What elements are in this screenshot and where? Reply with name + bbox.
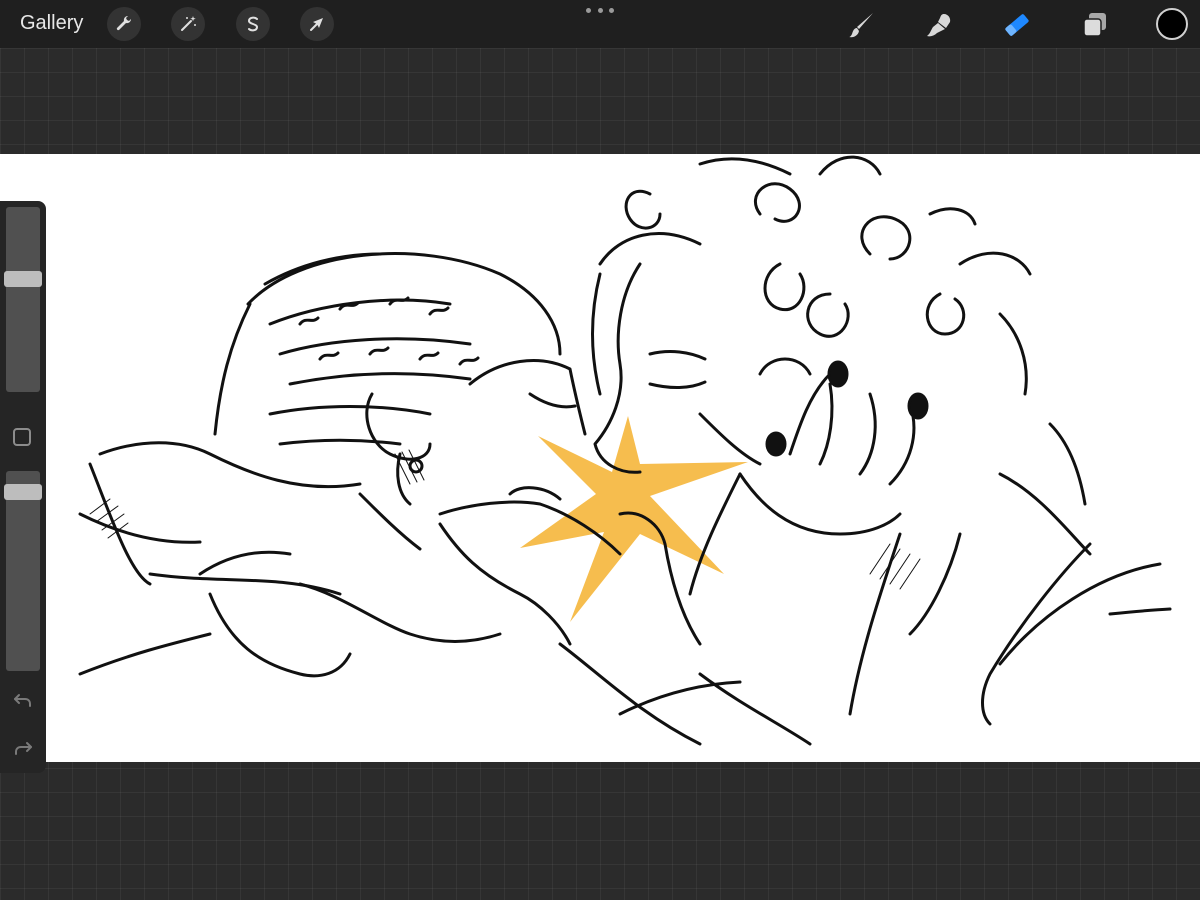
redo-button[interactable] (11, 736, 35, 760)
wrench-icon (116, 15, 132, 31)
color-picker-button[interactable] (1156, 8, 1188, 40)
brush-tool-button[interactable] (845, 8, 879, 42)
arrow-cursor-icon (310, 18, 323, 31)
dot (597, 7, 603, 13)
drawing-canvas[interactable] (0, 154, 1200, 762)
brush-icon (849, 13, 873, 38)
sketch-artwork (78, 155, 1172, 746)
more-options-dots[interactable] (586, 4, 614, 16)
left-sidebar (0, 201, 46, 773)
opacity-slider[interactable] (6, 471, 40, 671)
dot (609, 7, 614, 13)
modify-button[interactable] (13, 428, 31, 446)
brush-size-slider[interactable] (6, 207, 40, 392)
opacity-slider-thumb[interactable] (4, 483, 42, 500)
brush-size-slider-thumb[interactable] (4, 271, 42, 288)
gallery-button[interactable]: Gallery (20, 12, 83, 35)
adjustments-button[interactable] (171, 7, 205, 41)
top-toolbar: Gallery (0, 0, 1200, 48)
layers-tool-button[interactable] (1078, 8, 1112, 42)
dot (586, 7, 591, 13)
actions-wrench-button[interactable] (107, 7, 141, 41)
eraser-tool-button[interactable] (1000, 8, 1034, 42)
magic-wand-icon (181, 16, 196, 31)
layers-icon (1083, 13, 1106, 37)
undo-icon (14, 694, 31, 707)
smudge-icon (927, 14, 951, 37)
spark-highlight (520, 416, 748, 622)
smudge-tool-button[interactable] (922, 8, 956, 42)
selection-s-icon (247, 16, 259, 32)
undo-button[interactable] (11, 688, 35, 712)
eraser-icon (1005, 14, 1029, 36)
transform-button[interactable] (300, 7, 334, 41)
redo-icon (15, 742, 32, 755)
selection-button[interactable] (236, 7, 270, 41)
